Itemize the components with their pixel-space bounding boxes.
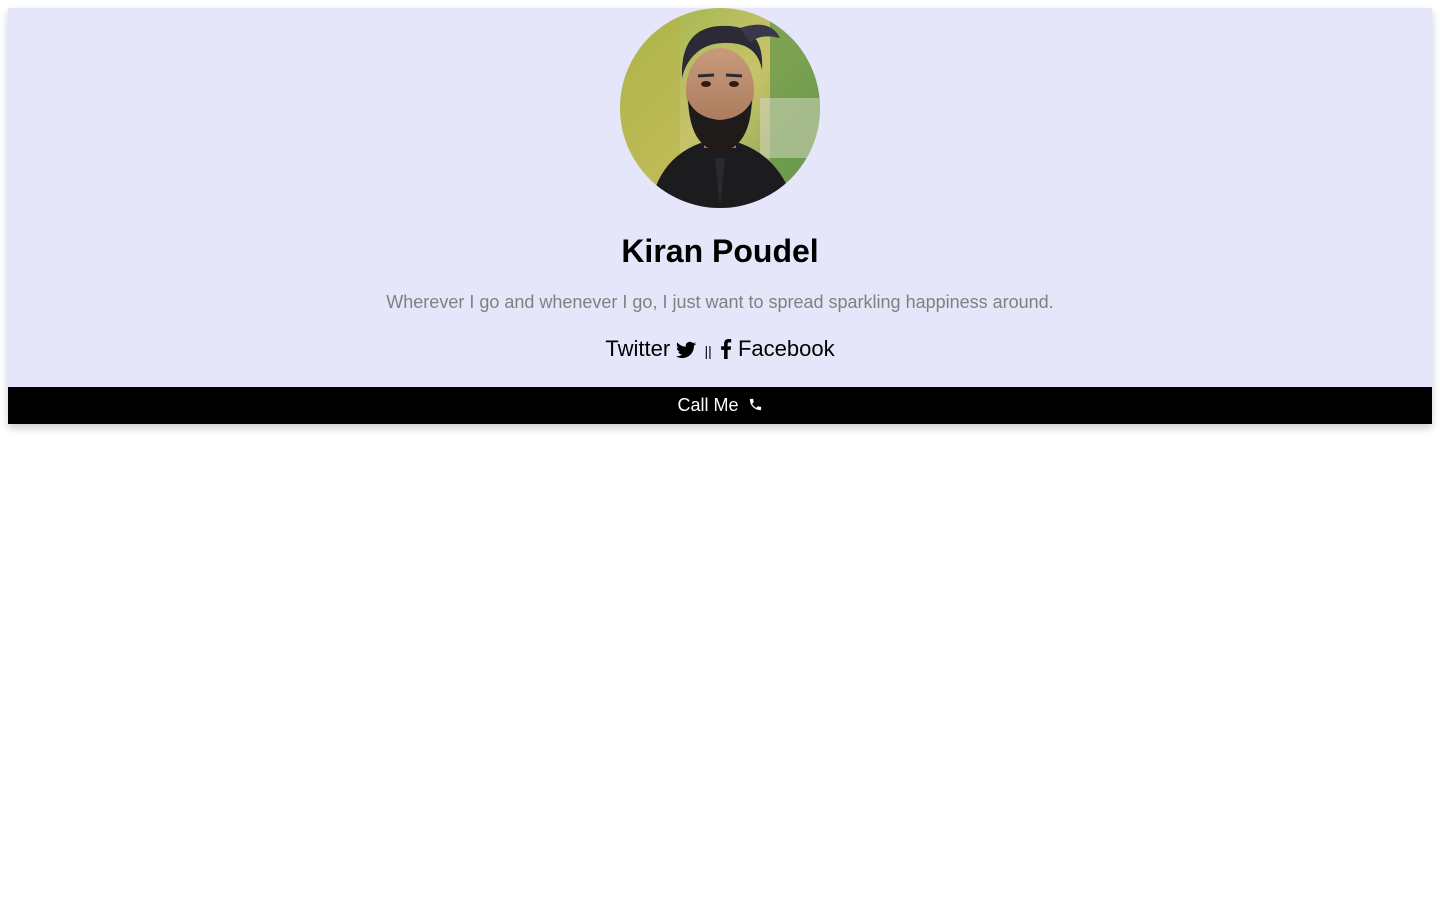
profile-name: Kiran Poudel (621, 233, 819, 269)
link-separator: || (704, 343, 712, 359)
profile-tagline: Wherever I go and whenever I go, I just … (386, 292, 1054, 312)
facebook-icon (720, 339, 732, 365)
social-links: Twitter || Facebook (8, 336, 1432, 365)
call-me-button[interactable]: Call Me (8, 387, 1432, 424)
profile-card: Kiran Poudel Wherever I go and whenever … (8, 8, 1432, 424)
twitter-icon (676, 339, 697, 365)
twitter-link[interactable]: Twitter (605, 336, 702, 361)
call-me-label: Call Me (677, 395, 739, 415)
facebook-link[interactable]: Facebook (720, 336, 835, 361)
profile-photo (620, 8, 820, 208)
avatar (620, 8, 820, 208)
phone-icon (748, 388, 763, 425)
facebook-label: Facebook (737, 336, 835, 361)
twitter-label: Twitter (605, 336, 671, 361)
